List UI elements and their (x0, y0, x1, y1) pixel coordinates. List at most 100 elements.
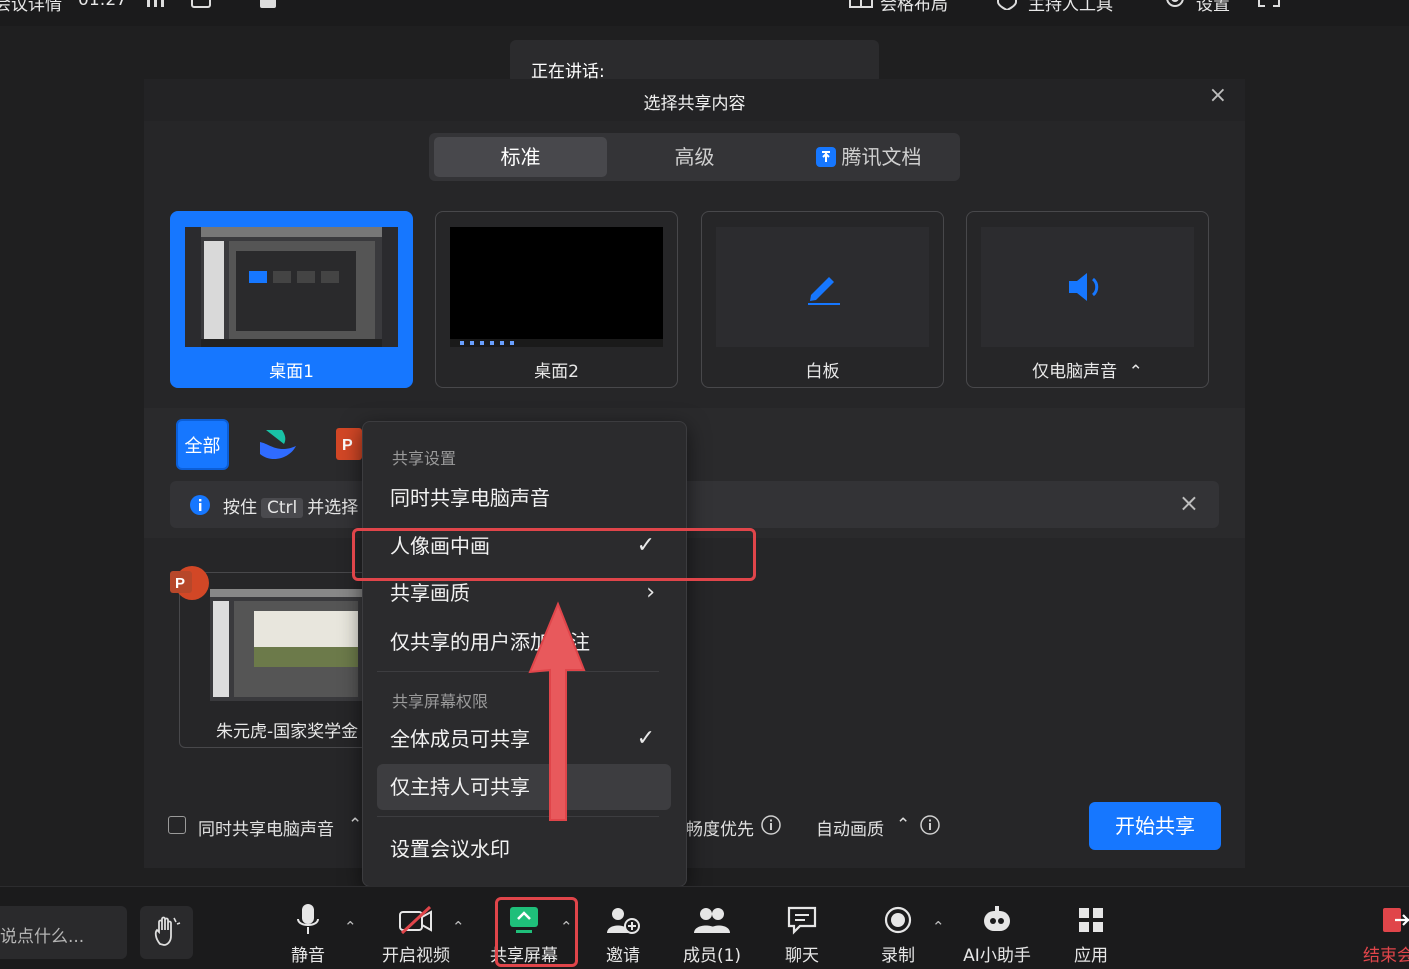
smooth-first-option[interactable]: 畅度优先 (686, 815, 754, 840)
members-button[interactable]: 成员(1) (667, 900, 757, 966)
desktop-1-thumbnail (185, 227, 398, 347)
powerpoint-badge-icon: P (170, 565, 212, 607)
ai-assistant-label: AI小助手 (963, 946, 1031, 966)
speaking-indicator: 正在讲话: (510, 40, 879, 84)
chat-input[interactable]: 说点什么... (0, 906, 127, 959)
menu-item-all-share-label: 全体成员可共享 (390, 727, 530, 751)
add-user-icon (578, 900, 668, 940)
settings-link[interactable]: 设置 (1196, 0, 1230, 15)
close-tip-icon[interactable]: × (1179, 489, 1199, 517)
dialog-header: 选择共享内容 × (144, 79, 1245, 121)
chevron-up-icon[interactable]: ⌃ (348, 815, 362, 835)
gear-icon[interactable] (1163, 0, 1187, 14)
check-icon: ✓ (636, 726, 655, 751)
record-icon (853, 900, 943, 940)
computer-audio-label-text: 仅电脑声音 (1032, 362, 1118, 382)
ctrl-key: Ctrl (261, 498, 304, 518)
chat-icon (757, 900, 847, 940)
members-icon (667, 900, 757, 940)
chat-placeholder: 说点什么... (0, 927, 85, 947)
chat-label: 聊天 (785, 946, 819, 966)
robot-icon (952, 900, 1042, 940)
share-link-icon[interactable] (190, 0, 214, 14)
hand-icon (154, 916, 181, 946)
card-desktop-2[interactable]: 桌面2 (435, 211, 678, 388)
info-icon (189, 494, 211, 520)
layout-icon[interactable] (849, 0, 873, 13)
apps-label: 应用 (1074, 946, 1108, 966)
notes-icon[interactable] (258, 0, 280, 14)
end-meeting-label: 结束会议 (1363, 946, 1409, 966)
meeting-timer: 01:27 (78, 0, 127, 10)
window-title: 朱元虎-国家奖学金 (216, 722, 359, 742)
share-tabs: 标准 高级 腾讯文档 (429, 133, 960, 181)
svg-text:P: P (342, 437, 353, 454)
invite-label: 邀请 (606, 946, 640, 966)
microphone-icon (263, 900, 353, 940)
chevron-up-icon[interactable]: ⌃ (1129, 362, 1143, 382)
svg-text:P: P (175, 575, 185, 592)
card-computer-audio[interactable]: 仅电脑声音 ⌃ (966, 211, 1209, 388)
menu-item-quality-label: 共享画质 (390, 581, 470, 605)
whiteboard-thumbnail (716, 227, 929, 347)
video-button[interactable]: 开启视频 (371, 900, 461, 966)
camera-off-icon (371, 900, 461, 940)
mute-label: 静音 (291, 946, 325, 966)
tencent-docs-icon (815, 147, 836, 167)
chat-button[interactable]: 聊天 (757, 900, 847, 966)
chevron-up-icon[interactable]: ⌃ (452, 918, 465, 936)
menu-divider (377, 671, 659, 672)
record-button[interactable]: 录制 (853, 900, 943, 966)
share-audio-checkbox[interactable] (168, 816, 186, 834)
card-computer-audio-label: 仅电脑声音 ⌃ (967, 357, 1208, 382)
tab-tencent-docs-label: 腾讯文档 (841, 145, 922, 169)
fullscreen-icon[interactable] (1257, 0, 1281, 14)
start-share-button[interactable]: 开始共享 (1089, 802, 1221, 850)
tab-standard[interactable]: 标准 (434, 137, 607, 177)
dialog-title: 选择共享内容 (643, 94, 746, 114)
apps-button[interactable]: 应用 (1046, 900, 1136, 966)
chevron-up-icon[interactable]: ⌃ (344, 918, 357, 936)
meeting-info-link[interactable]: 会议详情 (0, 0, 62, 15)
signal-icon[interactable] (146, 0, 168, 13)
tip-suffix: 并选择 (307, 498, 359, 518)
host-tools-menu[interactable]: 主持人工具 (1028, 0, 1113, 15)
info-outline-icon[interactable] (761, 815, 781, 839)
members-label: 成员(1) (682, 946, 742, 966)
tip-prefix: 按住 (223, 498, 257, 518)
chevron-up-icon[interactable]: ⌃ (932, 918, 945, 936)
highlight-box (352, 528, 756, 581)
tab-tencent-docs[interactable]: 腾讯文档 (782, 137, 955, 177)
menu-section-share-settings: 共享设置 (392, 449, 457, 468)
tip-text: 按住 Ctrl 并选择 (223, 493, 358, 518)
info-outline-icon[interactable] (920, 815, 940, 839)
card-whiteboard[interactable]: 白板 (701, 211, 944, 388)
tab-advanced[interactable]: 高级 (608, 137, 781, 177)
invite-button[interactable]: 邀请 (578, 900, 668, 966)
layout-menu[interactable]: 会格布局 (880, 0, 948, 15)
menu-item-watermark[interactable]: 设置会议水印 (377, 826, 671, 872)
menu-divider (377, 816, 659, 817)
window-thumbnail (210, 589, 362, 701)
auto-quality-option[interactable]: 自动画质 (816, 815, 884, 840)
app-filter-all[interactable]: 全部 (176, 419, 229, 470)
raise-hand-button[interactable] (140, 906, 193, 959)
record-label: 录制 (881, 946, 915, 966)
mute-button[interactable]: 静音 (263, 900, 353, 966)
card-desktop-1-label: 桌面1 (269, 362, 314, 382)
menu-item-share-audio[interactable]: 同时共享电脑声音 (377, 475, 671, 521)
host-tools-icon[interactable] (996, 0, 1018, 14)
close-icon[interactable]: × (1209, 83, 1227, 108)
ai-assistant-button[interactable]: AI小助手 (952, 900, 1042, 966)
pencil-icon (808, 277, 840, 305)
apps-grid-icon (1046, 900, 1136, 940)
feishu-app-icon[interactable] (256, 424, 304, 468)
end-meeting-button[interactable]: 结束会议 (1350, 900, 1409, 966)
chevron-up-icon[interactable]: ⌃ (896, 815, 910, 835)
card-desktop-1[interactable]: 桌面1 (170, 211, 413, 388)
computer-audio-thumbnail (981, 227, 1194, 347)
share-audio-label: 同时共享电脑声音 (198, 820, 334, 840)
highlight-box (495, 897, 578, 967)
desktop-2-thumbnail (450, 227, 663, 347)
menu-section-permissions: 共享屏幕权限 (392, 692, 489, 711)
